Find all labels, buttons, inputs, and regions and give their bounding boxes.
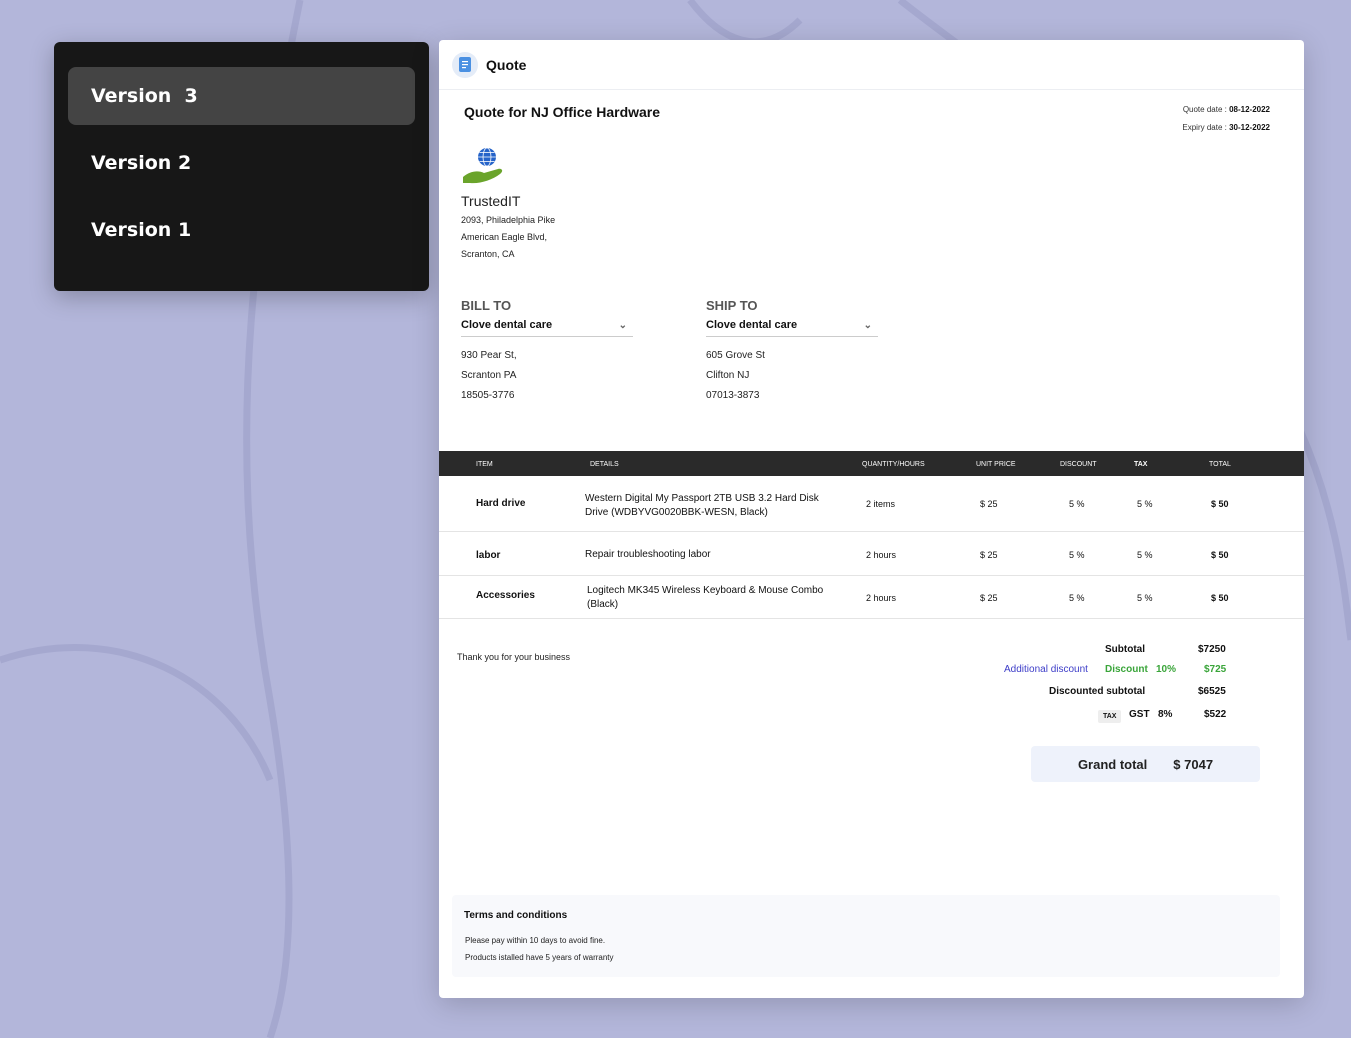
bill-to-selected: Clove dental care — [461, 319, 553, 331]
bill-to-address-line: 930 Pear St, — [461, 350, 517, 361]
document-icon — [452, 51, 478, 78]
items-table: ITEM DETAILS QUANTITY/HOURS UNIT PRICE D… — [439, 451, 1304, 619]
cell-quantity: 2 hours — [866, 593, 897, 603]
ship-to-address: 605 Grove St Clifton NJ 07013-3873 — [706, 346, 878, 406]
bill-to-address: 930 Pear St, Scranton PA 18505-3776 — [461, 346, 633, 406]
version-panel: Version 3 Version 2 Version 1 — [54, 42, 429, 291]
bill-to-address-line: 18505-3776 — [461, 390, 515, 401]
quote-title: Quote for NJ Office Hardware — [464, 104, 661, 120]
ship-to-section: SHIP TO Clove dental care ⌄ 605 Grove St… — [706, 298, 878, 406]
company-address-line: American Eagle Blvd, — [461, 232, 548, 242]
table-header: ITEM DETAILS QUANTITY/HOURS UNIT PRICE D… — [439, 451, 1304, 476]
ship-to-address-line: 605 Grove St — [706, 350, 765, 361]
cell-quantity: 2 hours — [866, 550, 897, 560]
subtotal-label: Subtotal — [1105, 644, 1145, 655]
terms-line: Please pay within 10 days to avoid fine. — [465, 936, 606, 945]
cell-unit-price: $ 25 — [980, 593, 998, 603]
ship-to-heading: SHIP TO — [706, 298, 758, 313]
cell-discount: 5 % — [1069, 550, 1085, 560]
cell-unit-price: $ 25 — [980, 499, 998, 509]
discount-label: Discount — [1105, 664, 1148, 675]
version-1-item[interactable]: Version 1 — [68, 201, 415, 259]
quote-dates: Quote date : 08-12-2022 Expiry date : 30… — [1182, 101, 1270, 137]
cell-total: $ 50 — [1211, 550, 1229, 560]
ship-to-select[interactable]: Clove dental care ⌄ — [706, 319, 878, 337]
cell-unit-price: $ 25 — [980, 550, 998, 560]
grand-total-box: Grand total $ 7047 — [1031, 746, 1260, 782]
quote-document: Quote Quote for NJ Office Hardware Quote… — [439, 40, 1304, 998]
expiry-date-row: Expiry date : 30-12-2022 — [1182, 119, 1270, 137]
bill-to-section: BILL TO Clove dental care ⌄ 930 Pear St,… — [461, 298, 633, 406]
column-header-total: TOTAL — [1209, 461, 1231, 468]
grand-total-value: $ 7047 — [1173, 756, 1214, 772]
cell-details: Logitech MK345 Wireless Keyboard & Mouse… — [587, 585, 824, 610]
cell-total: $ 50 — [1211, 593, 1229, 603]
terms-box: Terms and conditions Please pay within 1… — [452, 895, 1280, 977]
quote-date-label: Quote date : — [1182, 105, 1230, 114]
version-2-item[interactable]: Version 2 — [68, 134, 415, 192]
version-3-item[interactable]: Version 3 — [68, 67, 415, 125]
expiry-date-label: Expiry date : — [1182, 123, 1230, 132]
bill-to-address-line: Scranton PA — [461, 370, 517, 381]
additional-discount-link[interactable]: Additional discount — [1004, 664, 1088, 675]
column-header-unit-price: UNIT PRICE — [976, 461, 1016, 468]
column-header-quantity: QUANTITY/HOURS — [862, 461, 925, 468]
document-header: Quote — [439, 40, 1304, 90]
company-address: 2093, Philadelphia Pike American Eagle B… — [461, 212, 555, 263]
quote-date-value: 08-12-2022 — [1229, 105, 1270, 114]
discount-percent: 10% — [1156, 664, 1177, 675]
cell-item: Accessories — [476, 590, 535, 601]
chevron-down-icon: ⌄ — [618, 319, 627, 331]
table-row: labor Repair troubleshooting labor 2 hou… — [439, 532, 1304, 576]
discounted-subtotal-label: Discounted subtotal — [1049, 686, 1146, 697]
column-header-tax: TAX — [1134, 461, 1148, 468]
cell-details: Western Digital My Passport 2TB USB 3.2 … — [585, 493, 819, 518]
tax-name: GST — [1129, 709, 1150, 720]
ship-to-address-line: Clifton NJ — [706, 370, 750, 381]
cell-quantity: 2 items — [866, 499, 896, 509]
discounted-subtotal-value: $6525 — [1198, 686, 1226, 697]
quote-date-row: Quote date : 08-12-2022 — [1182, 101, 1270, 119]
expiry-date-value: 30-12-2022 — [1229, 123, 1270, 132]
cell-tax: 5 % — [1137, 550, 1153, 560]
company-name: TrustedIT — [461, 193, 521, 209]
ship-to-selected: Clove dental care — [706, 319, 798, 331]
grand-total-label: Grand total — [1077, 756, 1148, 772]
tax-value: $522 — [1204, 709, 1227, 720]
discount-value: $725 — [1204, 664, 1227, 675]
company-address-line: Scranton, CA — [461, 249, 515, 259]
chevron-down-icon: ⌄ — [863, 319, 872, 331]
cell-discount: 5 % — [1069, 593, 1085, 603]
bill-to-select[interactable]: Clove dental care ⌄ — [461, 319, 633, 337]
document-title: Quote — [486, 56, 527, 73]
cell-tax: 5 % — [1137, 499, 1153, 509]
table-row: Hard drive Western Digital My Passport 2… — [439, 476, 1304, 532]
tax-chip: TAX — [1098, 710, 1122, 723]
cell-tax: 5 % — [1137, 593, 1153, 603]
terms-line: Products istalled have 5 years of warran… — [465, 953, 614, 962]
ship-to-address-line: 07013-3873 — [706, 390, 760, 401]
cell-details: Repair troubleshooting labor — [585, 549, 711, 560]
cell-total: $ 50 — [1211, 499, 1229, 509]
thank-you-note: Thank you for your business — [457, 652, 571, 662]
company-address-line: 2093, Philadelphia Pike — [461, 215, 556, 225]
cell-discount: 5 % — [1069, 499, 1085, 509]
tax-percent: 8% — [1158, 709, 1173, 720]
table-row: Accessories Logitech MK345 Wireless Keyb… — [439, 576, 1304, 619]
company-logo-icon — [462, 147, 506, 190]
bill-to-heading: BILL TO — [461, 298, 512, 313]
column-header-item: ITEM — [476, 461, 493, 468]
cell-item: Hard drive — [476, 498, 526, 509]
cell-item: labor — [476, 550, 501, 561]
column-header-discount: DISCOUNT — [1060, 461, 1097, 468]
subtotal-value: $7250 — [1198, 644, 1226, 655]
column-header-details: DETAILS — [590, 461, 619, 468]
terms-title: Terms and conditions — [464, 910, 568, 921]
